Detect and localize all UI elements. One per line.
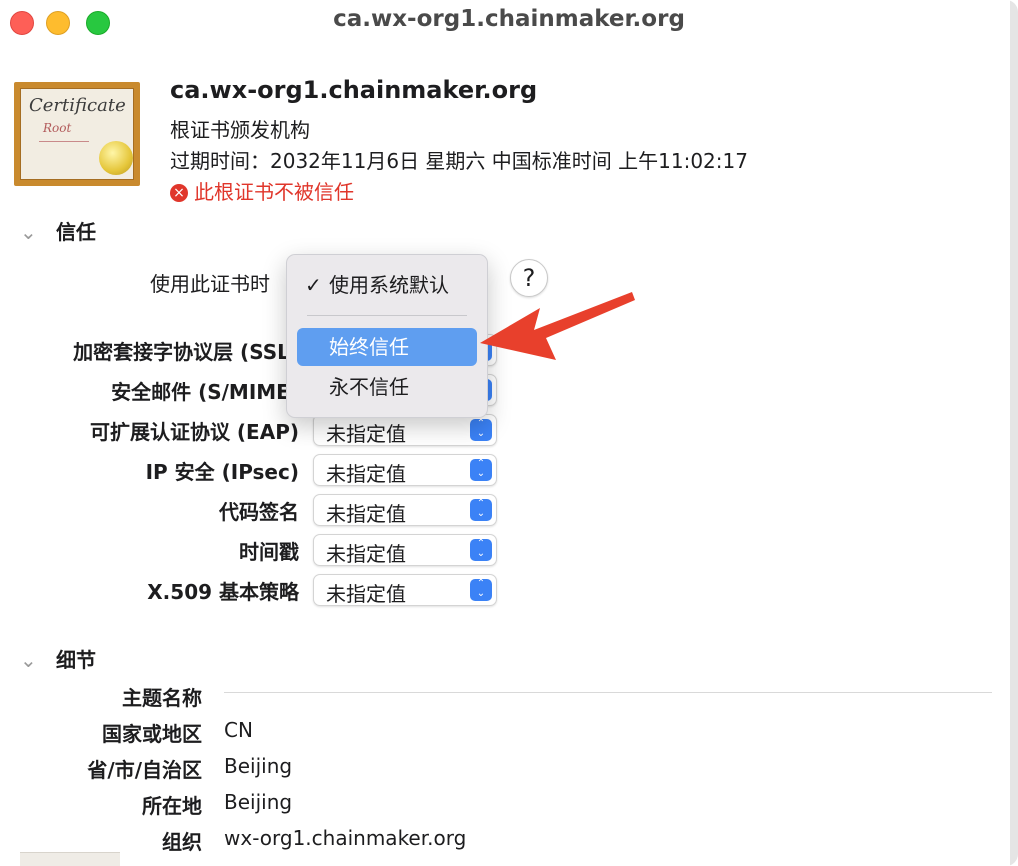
- detail-value-province: Beijing: [224, 754, 293, 778]
- window-title: ca.wx-org1.chainmaker.org: [333, 6, 685, 32]
- detail-value-locality: Beijing: [224, 790, 293, 814]
- seal-icon: [99, 141, 133, 175]
- use-certificate-label: 使用此证书时: [150, 272, 270, 296]
- select-stepper-icon: ⌃⌄: [470, 459, 492, 481]
- details-section-title: 细节: [56, 648, 96, 672]
- chevron-down-icon: ⌄: [20, 648, 37, 672]
- select-stepper-icon: ⌃⌄: [470, 419, 492, 441]
- certificate-window: ca.wx-org1.chainmaker.org Certificate Ro…: [0, 0, 1018, 866]
- policy-label-eap: 可扩展认证协议 (EAP): [89, 420, 299, 444]
- detail-value-organization: wx-org1.chainmaker.org: [224, 826, 467, 850]
- menu-item-label: 始终信任: [329, 335, 409, 359]
- detail-label-province: 省/市/自治区: [87, 758, 202, 782]
- error-icon: ×: [170, 184, 188, 202]
- chevron-down-icon: ⌄: [20, 220, 37, 244]
- background-window-edge: [20, 852, 120, 866]
- window-edge: [1010, 0, 1018, 866]
- policy-select-timestamp[interactable]: 未指定值 ⌃ ⌄: [313, 534, 497, 566]
- policy-value-ipsec: 未指定值: [326, 462, 406, 486]
- trust-dropdown-menu: ✓ 使用系统默认 始终信任 永不信任: [286, 254, 488, 418]
- policy-value-x509: 未指定值: [326, 582, 406, 606]
- trust-section-title: 信任: [56, 220, 96, 244]
- policy-label-smime: 安全邮件 (S/MIME): [111, 380, 299, 404]
- checkmark-icon: ✓: [305, 273, 322, 297]
- menu-item-use-system-default[interactable]: ✓ 使用系统默认: [297, 266, 477, 304]
- certificate-expiry: 过期时间：2032年11月6日 星期六 中国标准时间 上午11:02:17: [170, 149, 748, 173]
- details-section-toggle[interactable]: ⌄ 细节: [20, 644, 96, 673]
- detail-value-country: CN: [224, 718, 253, 742]
- menu-item-label: 永不信任: [329, 375, 409, 399]
- subject-name-heading: 主题名称: [122, 686, 202, 710]
- certificate-name: ca.wx-org1.chainmaker.org: [170, 76, 538, 104]
- policy-value-code-signing: 未指定值: [326, 502, 406, 526]
- policy-select-code-signing[interactable]: 未指定值 ⌃ ⌄: [313, 494, 497, 526]
- trust-warning-text: 此根证书不被信任: [194, 180, 354, 204]
- menu-item-label: 使用系统默认: [329, 273, 449, 297]
- detail-label-organization: 组织: [162, 830, 202, 854]
- certificate-icon: Certificate Root: [14, 82, 140, 186]
- select-stepper-icon: ⌃⌄: [470, 499, 492, 521]
- trust-warning: × 此根证书不被信任: [170, 176, 354, 205]
- annotation-arrow-icon: [480, 292, 635, 360]
- certificate-icon-word: Certificate: [29, 95, 126, 116]
- menu-item-never-trust[interactable]: 永不信任: [297, 368, 477, 406]
- policy-label-ipsec: IP 安全 (IPsec): [145, 460, 299, 484]
- policy-value-eap: 未指定值: [326, 422, 406, 446]
- certificate-type: 根证书颁发机构: [170, 118, 310, 142]
- trust-section-toggle[interactable]: ⌄ 信任: [20, 216, 96, 245]
- detail-label-country: 国家或地区: [102, 722, 202, 746]
- policy-select-x509[interactable]: 未指定值 ⌃ ⌄: [313, 574, 497, 606]
- policy-label-x509: X.509 基本策略: [147, 580, 299, 604]
- select-stepper-icon: ⌃⌄: [470, 579, 492, 601]
- menu-item-always-trust[interactable]: 始终信任: [297, 328, 477, 366]
- policy-select-eap[interactable]: 未指定值 ⌃ ⌄: [313, 414, 497, 446]
- policy-label-ssl: 加密套接字协议层 (SSL): [73, 340, 299, 364]
- policy-label-code-signing: 代码签名: [219, 500, 299, 524]
- policy-value-timestamp: 未指定值: [326, 542, 406, 566]
- certificate-icon-root: Root: [43, 121, 72, 135]
- policy-select-ipsec[interactable]: 未指定值 ⌃ ⌄: [313, 454, 497, 486]
- select-stepper-icon: ⌃⌄: [470, 539, 492, 561]
- policy-label-timestamp: 时间戳: [239, 540, 299, 564]
- detail-label-locality: 所在地: [142, 794, 202, 818]
- divider: [224, 692, 992, 693]
- menu-separator: [307, 315, 467, 316]
